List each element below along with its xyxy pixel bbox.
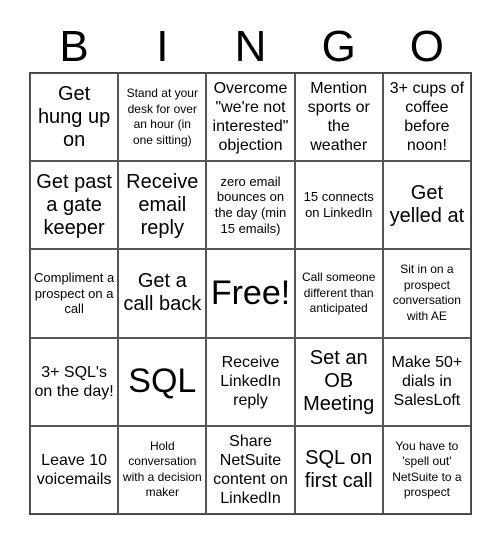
header-letter-i: I <box>156 22 169 71</box>
bingo-cell[interactable]: Compliment a prospect on a call <box>30 249 119 338</box>
bingo-cell[interactable]: 3+ SQL's on the day! <box>30 337 119 426</box>
bingo-cell[interactable]: Call someone different than anticipated <box>294 249 383 338</box>
bingo-cell[interactable]: Get past a gate keeper <box>30 161 119 250</box>
bingo-cell[interactable]: Share NetSuite content on LinkedIn <box>206 425 295 514</box>
cell-label: Receive email reply <box>126 170 199 239</box>
bingo-cell[interactable]: Hold conversation with a decision maker <box>118 425 207 514</box>
header-letter-b: B <box>59 22 89 71</box>
bingo-cell[interactable]: Sit in on a prospect conversation with A… <box>382 249 471 338</box>
cell-label: 15 connects on LinkedIn <box>303 189 374 221</box>
bingo-cell[interactable]: Stand at your desk for over an hour (in … <box>118 73 207 162</box>
cell-label: Get past a gate keeper <box>36 170 112 239</box>
cell-label: Stand at your desk for over an hour (in … <box>126 85 198 147</box>
cell-label: zero email bounces on the day (min 15 em… <box>214 173 287 237</box>
cell-label: Set an OB Meeting <box>303 347 375 416</box>
cell-label: Make 50+ dials in SalesLoft <box>391 353 463 410</box>
cell-label: Get yelled at <box>389 182 465 228</box>
bingo-cell[interactable]: Leave 10 voicemails <box>30 425 119 514</box>
cell-label: Share NetSuite content on LinkedIn <box>213 432 288 508</box>
cell-label: SQL <box>128 362 197 400</box>
bingo-cell[interactable]: 15 connects on LinkedIn <box>294 161 383 250</box>
bingo-header: B I N G O <box>30 22 471 72</box>
cell-label: Sit in on a prospect conversation with A… <box>392 262 461 324</box>
cell-label: Compliment a prospect on a call <box>34 269 115 317</box>
header-letter-n: N <box>234 22 267 71</box>
cell-label: Mention sports or the weather <box>307 79 370 155</box>
bingo-cell[interactable]: Receive email reply <box>118 161 207 250</box>
bingo-cell[interactable]: Get yelled at <box>382 161 471 250</box>
cell-label: Hold conversation with a decision maker <box>122 438 202 500</box>
cell-label: Get hung up on <box>37 82 111 151</box>
bingo-cell[interactable]: Receive LinkedIn reply <box>206 337 295 426</box>
header-letter-o: O <box>409 22 445 71</box>
cell-label: 3+ cups of coffee before noon! <box>389 79 465 155</box>
cell-label: SQL on first call <box>304 446 373 492</box>
cell-label: Get a call back <box>123 270 202 316</box>
header-letter-g: G <box>321 22 356 71</box>
bingo-cell[interactable]: Set an OB Meeting <box>294 337 383 426</box>
cell-label: Receive LinkedIn reply <box>220 353 281 410</box>
cell-label: Overcome "we're not interested" objectio… <box>212 79 289 155</box>
bingo-cell[interactable]: Make 50+ dials in SalesLoft <box>382 337 471 426</box>
bingo-cell[interactable]: SQL <box>118 337 207 426</box>
bingo-cell[interactable]: SQL on first call <box>294 425 383 514</box>
bingo-cell[interactable]: You have to 'spell out' NetSuite to a pr… <box>382 425 471 514</box>
cell-label: Call someone different than anticipated <box>302 270 376 316</box>
bingo-cell[interactable]: Get hung up on <box>30 73 119 162</box>
bingo-cell[interactable]: Get a call back <box>118 249 207 338</box>
free-space-cell[interactable]: Free! <box>206 249 295 338</box>
bingo-cell[interactable]: Overcome "we're not interested" objectio… <box>206 73 295 162</box>
cell-label: Leave 10 voicemails <box>36 451 112 488</box>
bingo-board: Get hung up on Stand at your desk for ov… <box>29 72 472 515</box>
bingo-cell[interactable]: zero email bounces on the day (min 15 em… <box>206 161 295 250</box>
bingo-cell[interactable]: 3+ cups of coffee before noon! <box>382 73 471 162</box>
cell-label: You have to 'spell out' NetSuite to a pr… <box>392 438 462 500</box>
free-space-label: Free! <box>210 273 291 312</box>
bingo-cell[interactable]: Mention sports or the weather <box>294 73 383 162</box>
cell-label: 3+ SQL's on the day! <box>34 363 114 400</box>
